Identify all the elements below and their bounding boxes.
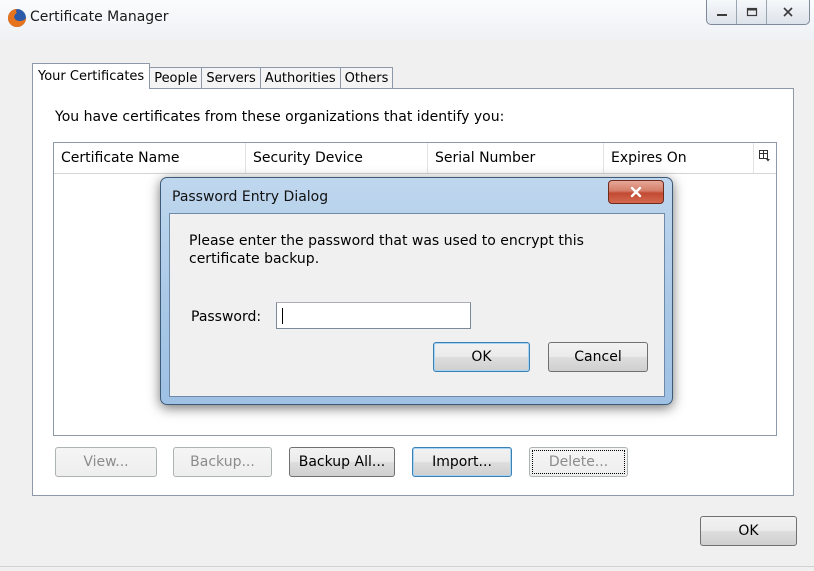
- import-button-label: Import...: [432, 454, 492, 470]
- column-header-expires-on[interactable]: Expires On: [604, 143, 754, 173]
- ok-button-label: OK: [738, 523, 759, 539]
- tab-servers[interactable]: Servers: [201, 67, 261, 89]
- backup-all-button-label: Backup All...: [298, 454, 386, 470]
- dialog-ok-button-label: OK: [471, 349, 492, 365]
- tab-people[interactable]: People: [149, 67, 203, 89]
- ok-button[interactable]: OK: [700, 516, 797, 546]
- tree-header: Certificate Name Security Device Serial …: [54, 143, 776, 174]
- firefox-icon: [7, 8, 27, 28]
- panel-caption: You have certificates from these organiz…: [55, 109, 505, 125]
- maximize-icon[interactable]: [737, 0, 767, 24]
- minimize-icon[interactable]: [707, 0, 737, 24]
- tab-your-certificates[interactable]: Your Certificates: [32, 63, 151, 89]
- import-button[interactable]: Import...: [412, 447, 512, 477]
- backup-button[interactable]: Backup...: [173, 447, 272, 477]
- dialog-close-icon[interactable]: [608, 180, 664, 204]
- window-titlebar[interactable]: Certificate Manager: [0, 0, 814, 40]
- delete-button[interactable]: Delete...: [529, 447, 628, 477]
- backup-button-label: Backup...: [190, 454, 255, 470]
- tab-others[interactable]: Others: [339, 67, 394, 89]
- delete-button-label: Delete...: [548, 454, 609, 470]
- password-label: Password:: [191, 309, 262, 325]
- window-title: Certificate Manager: [30, 9, 169, 25]
- column-header-certificate-name[interactable]: Certificate Name: [54, 143, 246, 173]
- dialog-cancel-button[interactable]: Cancel: [548, 342, 648, 372]
- tab-strip: Your Certificates People Servers Authori…: [32, 62, 394, 89]
- dialog-message: Please enter the password that was used …: [189, 233, 584, 267]
- view-button-label: View...: [83, 454, 129, 470]
- tab-authorities[interactable]: Authorities: [259, 67, 341, 89]
- view-button[interactable]: View...: [55, 447, 157, 477]
- bottom-edge: [0, 566, 814, 567]
- window-controls: [706, 0, 810, 25]
- password-entry-dialog: Password Entry Dialog Please enter the p…: [160, 177, 673, 405]
- backup-all-button[interactable]: Backup All...: [289, 447, 395, 477]
- close-icon[interactable]: [767, 0, 809, 24]
- column-header-security-device[interactable]: Security Device: [246, 143, 428, 173]
- column-picker-icon[interactable]: [754, 143, 776, 173]
- password-input[interactable]: [276, 302, 471, 329]
- dialog-client-area: Please enter the password that was used …: [169, 213, 665, 397]
- dialog-title: Password Entry Dialog: [172, 189, 329, 205]
- dialog-ok-button[interactable]: OK: [433, 342, 530, 372]
- text-caret: [282, 308, 283, 324]
- column-header-serial-number[interactable]: Serial Number: [428, 143, 604, 173]
- dialog-cancel-button-label: Cancel: [574, 349, 622, 365]
